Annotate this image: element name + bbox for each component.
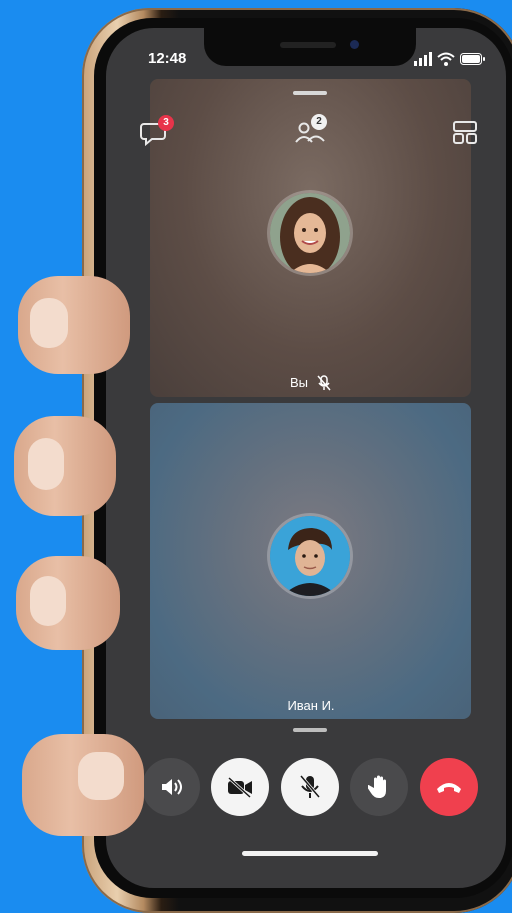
finger-3 [16,556,120,650]
speaker-button[interactable] [142,758,200,816]
signal-icon [414,52,432,66]
raise-hand-icon [368,775,386,798]
battery-icon [460,53,485,65]
end-call-button[interactable] [420,758,478,816]
participants-badge: 2 [311,114,327,130]
thumb [22,734,144,836]
end-call-icon [437,783,461,793]
participant-avatar [270,516,350,596]
speaker-icon [162,779,182,795]
camera-off-icon [227,776,252,798]
status-time: 12:48 [148,50,187,67]
mic-off-icon [299,775,321,798]
drag-handle-bottom[interactable] [293,728,327,732]
participant-name-label: Иван И. [287,698,335,713]
home-indicator[interactable] [242,851,378,856]
drag-handle-top[interactable] [293,91,327,95]
camera-off-button[interactable] [211,758,269,816]
phone-notch [204,28,416,66]
wifi-icon [437,52,455,66]
chat-badge: 3 [158,115,174,131]
speaker-grille [280,42,336,48]
layout-grid-icon[interactable] [453,121,477,150]
self-avatar [270,193,350,273]
finger-1 [18,276,130,374]
status-icons [410,50,485,68]
mic-muted-icon [317,375,331,396]
mic-off-button[interactable] [281,758,339,816]
raise-hand-button[interactable] [350,758,408,816]
finger-2 [14,416,116,516]
self-name-label: Вы [290,375,309,390]
front-camera [350,40,359,49]
